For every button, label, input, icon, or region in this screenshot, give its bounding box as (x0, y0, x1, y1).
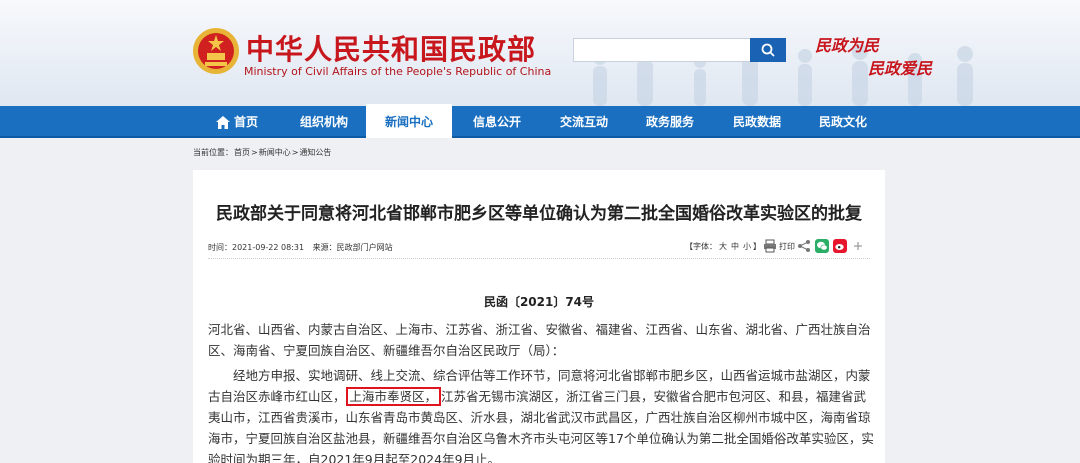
nav-item-services[interactable]: 政务服务 (646, 106, 694, 138)
article-container: 民政部关于同意将河北省邯郸市肥乡区等单位确认为第二批全国婚俗改革实验区的批复 时… (193, 170, 885, 463)
article-meta: 时间：2021-09-22 08:31 来源：民政部门户网站 (208, 242, 399, 253)
nav-item-data[interactable]: 民政数据 (733, 106, 781, 138)
print-icon[interactable] (763, 239, 777, 253)
article-title: 民政部关于同意将河北省邯郸市肥乡区等单位确认为第二批全国婚俗改革实验区的批复 (216, 204, 862, 224)
breadcrumb-home[interactable]: 首页 (234, 148, 250, 157)
search-input[interactable] (573, 38, 751, 62)
publish-time: 时间：2021-09-22 08:31 (208, 243, 305, 252)
slogan-line-2: 民政爱民 (868, 59, 933, 78)
national-emblem-icon (193, 28, 239, 74)
nav-item-organization[interactable]: 组织机构 (300, 106, 348, 138)
body-paragraph: 经地方申报、实地调研、线上交流、综合评估等工作环节，同意将河北省邯郸市肥乡区，山… (208, 365, 878, 463)
nav-item-interaction[interactable]: 交流互动 (560, 106, 608, 138)
document-number: 民函〔2021〕74号 (483, 295, 595, 309)
share-icon[interactable] (797, 239, 811, 253)
breadcrumb-prefix: 当前位置： (193, 148, 233, 157)
site-subtitle: Ministry of Civil Affairs of the People'… (244, 65, 552, 78)
font-size-close: 】 (753, 241, 761, 251)
more-plus-icon[interactable] (851, 239, 865, 253)
nav-item-culture[interactable]: 民政文化 (819, 106, 867, 138)
highlighted-text: 上海市奉贤区， (345, 387, 442, 406)
nav-item-label: 首页 (234, 115, 259, 129)
site-header: 中华人民共和国民政部 Ministry of Civil Affairs of … (0, 0, 1080, 106)
nav-item-information[interactable]: 信息公开 (473, 106, 521, 138)
slogan-line-1: 民政为民 (815, 36, 880, 55)
wechat-icon[interactable] (815, 239, 829, 253)
font-size-small-button[interactable]: 小 (743, 241, 751, 252)
site-title[interactable]: 中华人民共和国民政部 (246, 28, 536, 68)
addressee-paragraph: 河北省、山西省、内蒙古自治区、上海市、江苏省、浙江省、安徽省、福建省、江西省、山… (208, 322, 871, 358)
breadcrumb: 当前位置：首页>新闻中心>通知公告 (193, 147, 332, 158)
font-size-label: 【字体： (685, 241, 717, 251)
font-size-large-button[interactable]: 大 (719, 241, 727, 252)
breadcrumb-notices[interactable]: 通知公告 (299, 148, 331, 157)
article-source: 来源：民政部门户网站 (312, 243, 393, 252)
search-icon (761, 43, 775, 57)
breadcrumb-news-center[interactable]: 新闻中心 (259, 148, 291, 157)
print-label[interactable]: 打印 (779, 241, 795, 252)
main-nav: 首页 组织机构 新闻中心 信息公开 交流互动 政务服务 民政数据 民政文化 (0, 104, 1080, 138)
breadcrumb-separator: > (291, 148, 299, 157)
font-size-medium-button[interactable]: 中 (731, 241, 739, 252)
nav-item-news-center[interactable]: 新闻中心 (366, 104, 452, 138)
nav-item-home[interactable]: 首页 (216, 106, 258, 138)
meta-divider (208, 258, 870, 259)
breadcrumb-separator: > (251, 148, 258, 157)
search-button[interactable] (750, 38, 786, 62)
weibo-icon[interactable] (833, 239, 847, 253)
home-icon (216, 116, 230, 129)
article-tools: 【字体： 大 中 小 】 打印 (685, 239, 867, 253)
